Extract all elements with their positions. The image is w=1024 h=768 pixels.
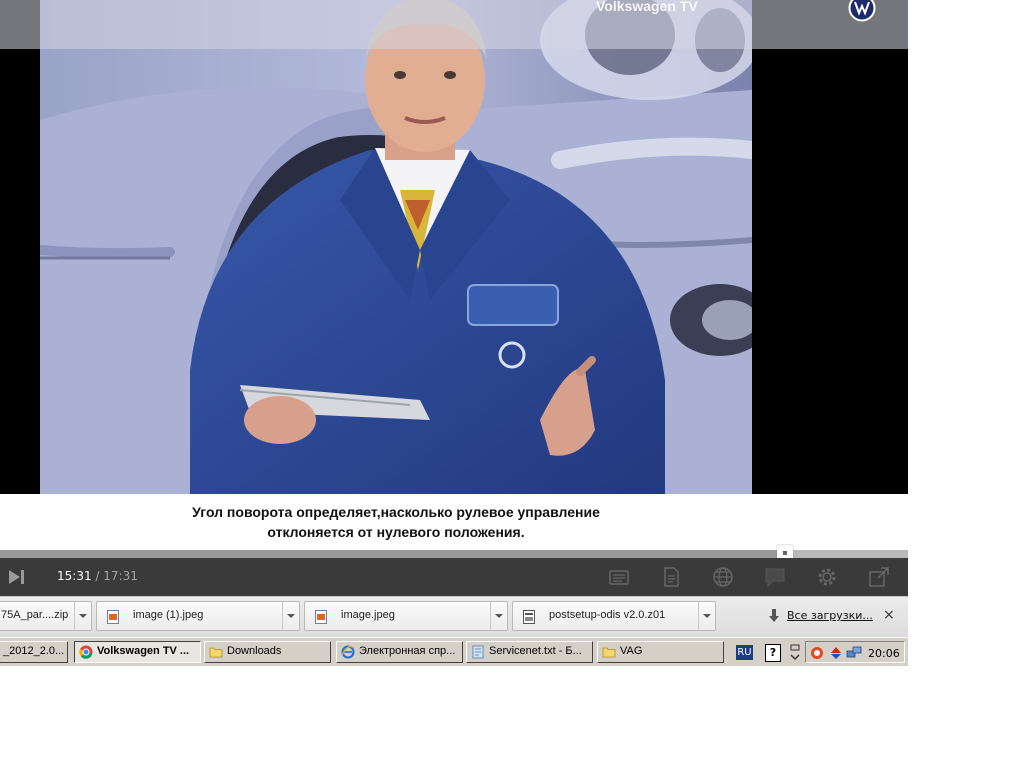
comments-icon[interactable]: [764, 566, 786, 588]
progress-bar[interactable]: [0, 545, 908, 561]
next-track-icon[interactable]: [6, 567, 26, 587]
chrome-icon: [79, 645, 93, 659]
network-arrows-icon[interactable]: [829, 646, 843, 660]
chapters-icon[interactable]: [608, 566, 630, 588]
taskbar-button-label: Volkswagen TV ...: [97, 645, 190, 657]
tray-expand-icon[interactable]: [789, 644, 801, 662]
taskbar-button[interactable]: Электронная спр...: [336, 641, 463, 663]
subtitle-area: Угол поворота определяет,насколько рулев…: [0, 494, 908, 550]
download-item-name: image.jpeg: [341, 609, 395, 621]
player-control-bar: 15:31 / 17:31: [0, 558, 908, 596]
video-still-presenter: [40, 0, 752, 494]
taskbar-button[interactable]: Servicenet.txt - Б...: [466, 641, 593, 663]
taskbar-button[interactable]: _2012_2.0...: [0, 641, 68, 663]
all-downloads-link[interactable]: Все загрузки...: [787, 609, 873, 622]
brand-label: Volkswagen TV: [596, 0, 698, 14]
taskbar-button-label: Электронная спр...: [359, 645, 456, 657]
popout-icon[interactable]: [868, 566, 890, 588]
chevron-down-icon[interactable]: [74, 602, 91, 630]
network-computers-icon[interactable]: [846, 646, 862, 660]
chevron-down-icon[interactable]: [698, 602, 715, 630]
language-icon[interactable]: [712, 566, 734, 588]
folder-icon: [602, 647, 616, 658]
image-file-icon: [107, 610, 119, 624]
taskbar-button-label: Downloads: [227, 645, 282, 657]
time-separator: /: [91, 569, 104, 583]
download-item[interactable]: image (1).jpeg: [96, 601, 300, 631]
download-item-name: image (1).jpeg: [133, 609, 204, 621]
download-item[interactable]: postsetup-odis v2.0.z01: [512, 601, 716, 631]
chevron-down-icon[interactable]: [490, 602, 507, 630]
volkswagen-logo-icon: [848, 0, 876, 22]
download-arrow-icon: [769, 609, 779, 622]
ie-icon: [341, 645, 355, 659]
taskbar-button-label: VAG: [620, 645, 643, 657]
settings-icon[interactable]: [816, 566, 838, 588]
time-total: 17:31: [103, 569, 138, 583]
taskbar-button-label: Servicenet.txt - Б...: [489, 645, 582, 657]
download-item[interactable]: image.jpeg: [304, 601, 508, 631]
download-item[interactable]: 75A_par....zip: [0, 601, 92, 631]
chevron-down-icon[interactable]: [282, 602, 299, 630]
download-item-name: 75A_par....zip: [1, 609, 69, 621]
subtitle-text: Угол поворота определяет,насколько рулев…: [96, 502, 696, 542]
windows-taskbar: _2012_2.0... Volkswagen TV ... Downloads: [0, 637, 908, 666]
video-title-bar: [0, 0, 908, 49]
screen: Volkswagen TV Угол поворота определяет,н…: [0, 0, 908, 666]
downloads-bar: 75A_par....zip image (1).jpeg image.jpeg: [0, 596, 908, 637]
time-display: 15:31 / 17:31: [57, 569, 138, 583]
download-item-name: postsetup-odis v2.0.z01: [549, 609, 666, 621]
help-icon[interactable]: ?: [765, 644, 781, 662]
folder-icon: [209, 647, 223, 658]
clock[interactable]: 20:06: [868, 647, 900, 660]
transcript-icon[interactable]: [660, 566, 682, 588]
time-current: 15:31: [57, 569, 92, 583]
taskbar-button[interactable]: Downloads: [204, 641, 331, 663]
antivirus-icon[interactable]: [810, 646, 824, 660]
video-frame[interactable]: [40, 0, 752, 494]
close-icon[interactable]: ×: [883, 607, 895, 623]
notepad-icon: [472, 645, 484, 659]
archive-file-icon: [523, 610, 535, 624]
taskbar-button-active[interactable]: Volkswagen TV ...: [74, 641, 201, 663]
language-indicator[interactable]: RU: [736, 645, 753, 660]
subtitle-line: Угол поворота определяет,насколько рулев…: [192, 504, 600, 520]
taskbar-button[interactable]: VAG: [597, 641, 724, 663]
image-file-icon: [315, 610, 327, 624]
progress-played: [0, 550, 785, 558]
video-player[interactable]: Volkswagen TV: [0, 0, 908, 494]
taskbar-button-label: _2012_2.0...: [3, 645, 65, 657]
subtitle-line: отклоняется от нулевого положения.: [267, 524, 525, 540]
